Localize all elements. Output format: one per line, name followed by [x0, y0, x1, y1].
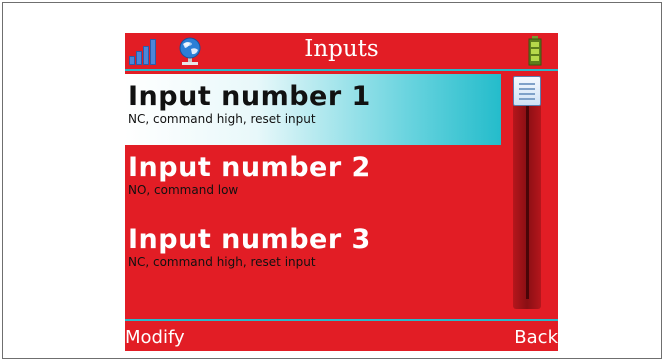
screen-title: Inputs [304, 36, 379, 62]
footer-separator [125, 319, 558, 321]
list-item-title: Input number 2 [128, 152, 371, 183]
device-screen: Inputs Input number 1 NC, command high, … [125, 33, 558, 351]
list-item-input-2[interactable]: Input number 2 NO, command low [125, 145, 501, 217]
modify-softkey[interactable]: Modify [125, 327, 185, 348]
scrollbar-thumb[interactable] [513, 76, 541, 106]
back-softkey[interactable]: Back [514, 327, 558, 348]
inputs-list: Input number 1 NC, command high, reset i… [125, 74, 501, 289]
scrollbar[interactable] [513, 76, 541, 309]
list-item-title: Input number 3 [128, 224, 371, 255]
list-item-subtitle: NC, command high, reset input [128, 255, 316, 269]
list-item-subtitle: NC, command high, reset input [128, 112, 316, 126]
list-item-title: Input number 1 [128, 81, 371, 112]
list-item-input-1[interactable]: Input number 1 NC, command high, reset i… [125, 74, 501, 145]
softkey-bar: Modify Back [125, 323, 558, 351]
list-item-subtitle: NO, command low [128, 183, 239, 197]
list-item-input-3[interactable]: Input number 3 NC, command high, reset i… [125, 217, 501, 289]
status-header: Inputs [125, 33, 558, 69]
header-separator [125, 69, 558, 71]
scrollbar-track-line [526, 87, 529, 299]
battery-icon [528, 36, 542, 66]
